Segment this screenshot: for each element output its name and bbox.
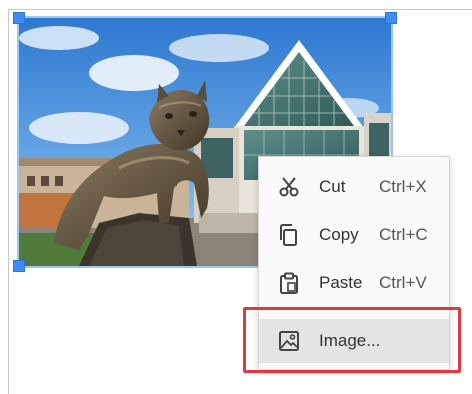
resize-handle-bottom-left[interactable] — [13, 260, 25, 272]
menu-item-cut-shortcut: Ctrl+X — [379, 177, 427, 196]
menu-item-copy[interactable]: Copy Ctrl+C — [259, 213, 449, 257]
resize-handle-top-left[interactable] — [13, 12, 25, 24]
menu-item-cut-label: Cut — [319, 177, 346, 196]
menu-item-cut[interactable]: Cut Ctrl+X — [259, 165, 449, 209]
scissors-icon — [275, 173, 303, 201]
editor-canvas: Cut Ctrl+X Copy Ctrl+C Paste Ctrl+V Imag… — [0, 0, 472, 394]
document-top-border — [8, 9, 472, 10]
menu-item-paste-label: Paste — [319, 273, 363, 292]
menu-item-paste[interactable]: Paste Ctrl+V — [259, 261, 449, 305]
menu-item-paste-shortcut: Ctrl+V — [379, 273, 427, 292]
document-left-border — [8, 9, 9, 394]
highlight-box — [243, 307, 461, 373]
resize-handle-top-right[interactable] — [385, 12, 397, 24]
copy-icon — [275, 221, 303, 249]
clipboard-icon — [275, 269, 303, 297]
menu-item-copy-label: Copy — [319, 225, 359, 244]
menu-item-copy-shortcut: Ctrl+C — [379, 225, 428, 244]
